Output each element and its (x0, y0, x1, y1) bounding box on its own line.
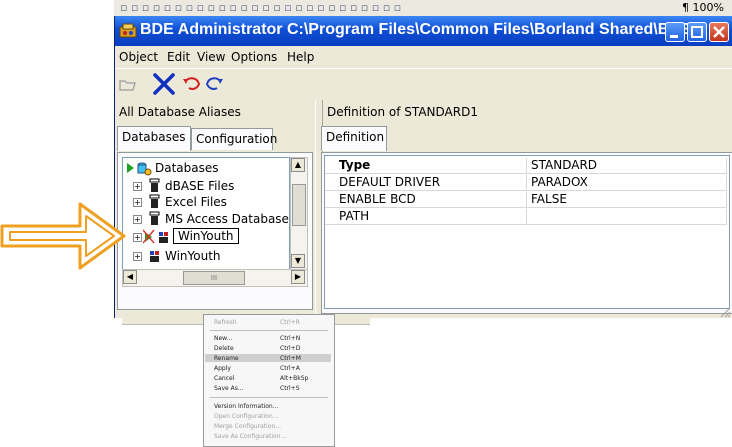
bde-window: BDE Administrator C:\Program Files\Commo… (114, 16, 732, 318)
shortcut-cancel: Alt+BkSp (280, 375, 309, 382)
tab-databases[interactable]: Databases (117, 126, 191, 151)
hscroll-thumb[interactable]: III (183, 271, 245, 285)
right-pane-header-label: Definition of STANDARD1 (327, 105, 478, 119)
expand-icon[interactable]: + (133, 198, 142, 207)
zoom-value: 100% (692, 1, 724, 14)
tree-horizontal-scrollbar[interactable]: ◀ III ▶ (122, 269, 308, 287)
left-tabs: Databases Configuration (117, 126, 311, 154)
scroll-up-icon[interactable]: ▲ (291, 158, 305, 172)
definition-value[interactable]: PARADOX (527, 175, 727, 191)
minimize-button[interactable] (665, 22, 685, 42)
left-pane-header-label: All Database Aliases (119, 105, 241, 119)
toolbar (115, 68, 732, 99)
resize-grip-icon[interactable] (719, 306, 731, 318)
definition-value[interactable]: STANDARD (527, 158, 727, 174)
scroll-down-icon[interactable]: ▼ (291, 254, 305, 268)
redo-icon[interactable] (203, 73, 225, 95)
undo-icon[interactable] (181, 73, 203, 95)
expand-icon[interactable]: + (133, 182, 142, 191)
definition-key: Type (325, 158, 527, 174)
left-pane-header: All Database Aliases (115, 102, 315, 122)
expand-icon[interactable]: + (133, 215, 142, 224)
maximize-button[interactable] (687, 22, 707, 42)
definition-value[interactable]: FALSE (527, 192, 727, 208)
menu-item-cancel[interactable]: Cancel (214, 375, 234, 382)
rename-edit-box[interactable]: WinYouth (173, 228, 239, 244)
menu-item-apply[interactable]: Apply (214, 365, 231, 372)
databases-root-icon (127, 162, 152, 176)
annotation-arrow-icon (0, 202, 126, 270)
menu-separator (210, 330, 328, 331)
tree-vertical-scrollbar[interactable]: ▲ ▼ (290, 157, 308, 271)
tree-label: WinYouth (165, 249, 221, 263)
menu-item-merge-config[interactable]: Merge Configuration... (214, 423, 281, 430)
background-toolbar-strip: ▫ ▫ ▫ ▫ ▫ ▫ ▫ ▫ ▫ ▫ ▫ ▫ ▫ ▫ ▫ ▫ ▫ ▫ ▫ ▫ … (114, 0, 732, 17)
menu-separator (210, 397, 328, 398)
shortcut-rename: Ctrl+M (280, 355, 301, 362)
tree-label: Excel Files (165, 195, 227, 209)
menu-item-new[interactable]: New... (214, 335, 232, 342)
menu-item-version-info[interactable]: Version Information... (214, 403, 278, 410)
maximize-icon (691, 26, 703, 38)
expand-icon[interactable]: + (133, 233, 142, 242)
bde-app-icon (119, 23, 137, 38)
minimize-icon (670, 35, 678, 38)
expand-icon[interactable]: + (133, 252, 142, 261)
zoom-label[interactable]: ¶ 100% (682, 1, 724, 14)
definition-key: DEFAULT DRIVER (325, 175, 527, 191)
databases-panel: Databases + dBASE Files + Excel Files + … (117, 152, 313, 310)
database-alias-icon (149, 194, 160, 208)
database-alias-icon (149, 178, 160, 192)
right-tabs: Definition (321, 126, 731, 154)
close-icon (713, 26, 725, 38)
toolbar-icons: ▫ ▫ ▫ ▫ ▫ ▫ ▫ ▫ ▫ ▫ ▫ ▫ ▫ ▫ ▫ ▫ ▫ ▫ ▫ ▫ … (120, 1, 402, 14)
shortcut-refresh: Ctrl+R (280, 319, 300, 326)
tree-label: MS Access Database (165, 212, 289, 226)
database-alias-icon (150, 251, 159, 262)
menu-item-rename[interactable]: Rename (214, 355, 239, 362)
shortcut-delete: Ctrl+D (280, 345, 301, 352)
menu-edit[interactable]: Edit (167, 50, 190, 64)
menu-help[interactable]: Help (287, 50, 314, 64)
right-pane-header: Definition of STANDARD1 (323, 102, 732, 122)
pilcrow-icon[interactable]: ¶ (682, 1, 689, 14)
object-context-menu: Refresh Ctrl+R New... Ctrl+N Delete Ctrl… (203, 314, 335, 447)
tree-label: Databases (155, 161, 219, 175)
menu-item-open-config[interactable]: Open Configuration... (214, 413, 278, 420)
scroll-right-icon[interactable]: ▶ (291, 270, 305, 284)
menu-item-save-as-config[interactable]: Save As Configuration... (214, 433, 286, 440)
delete-icon[interactable] (151, 73, 177, 95)
database-alias-icon (149, 211, 160, 225)
shortcut-new: Ctrl+N (280, 335, 301, 342)
close-button[interactable] (709, 22, 729, 42)
menu-options[interactable]: Options (231, 50, 277, 64)
database-tree: Databases + dBASE Files + Excel Files + … (122, 157, 290, 277)
new-alias-icon (143, 229, 168, 244)
definition-key: PATH (325, 209, 527, 225)
definition-grid: Type STANDARD DEFAULT DRIVER PARADOX ENA… (324, 155, 730, 309)
tab-definition[interactable]: Definition (321, 126, 387, 151)
menu-item-save-as[interactable]: Save As... (214, 385, 244, 392)
definition-value[interactable] (527, 209, 727, 225)
shortcut-apply: Ctrl+A (280, 365, 300, 372)
scroll-thumb[interactable] (292, 184, 306, 226)
window-title: BDE Administrator C:\Program Files\Commo… (140, 21, 705, 38)
title-bar[interactable]: BDE Administrator C:\Program Files\Commo… (115, 16, 732, 46)
menu-bar: Object Edit View Options Help (115, 46, 732, 68)
menu-object[interactable]: Object (119, 50, 158, 64)
shortcut-save-as: Ctrl+S (280, 385, 300, 392)
definition-panel: Type STANDARD DEFAULT DRIVER PARADOX ENA… (321, 152, 732, 314)
tree-label: dBASE Files (165, 179, 235, 193)
definition-key: ENABLE BCD (325, 192, 527, 208)
menu-item-delete[interactable]: Delete (214, 345, 234, 352)
tab-configuration[interactable]: Configuration (191, 128, 277, 150)
open-icon[interactable] (117, 73, 139, 95)
menu-view[interactable]: View (197, 50, 225, 64)
menu-item-refresh[interactable]: Refresh (214, 319, 237, 326)
